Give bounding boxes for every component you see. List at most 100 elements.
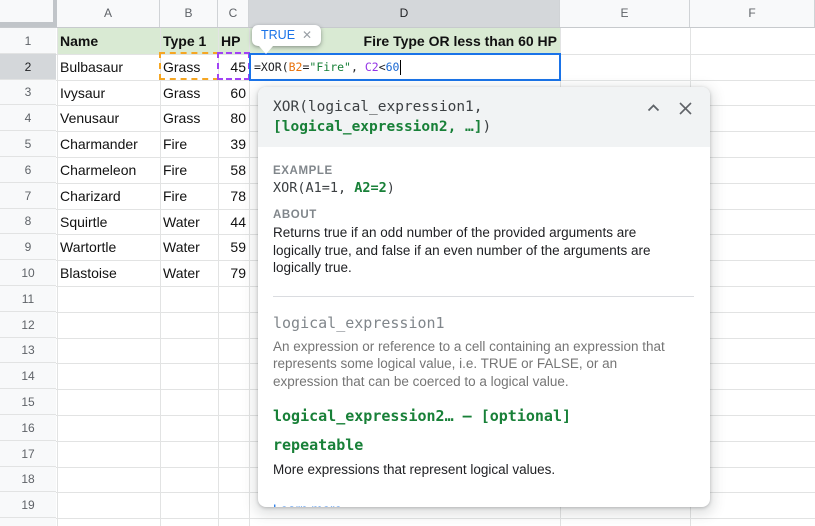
row-header-10[interactable]: 10 [0,260,56,286]
row-header-12[interactable]: 12 [0,312,56,338]
row-header-7[interactable]: 7 [0,183,56,209]
cell-hp-row10[interactable]: 79 [218,260,246,286]
formula-editor-cell-d2[interactable]: =XOR(B2="Fire", C2<60 [249,53,561,81]
cell-B1[interactable]: Type 1 [163,28,217,54]
divider [273,296,694,297]
formula-token-string: "Fire" [309,60,351,74]
row-header-13[interactable]: 13 [0,338,56,363]
param2-repeatable-tag: repeatable [273,436,694,454]
cell-type-row5[interactable]: Fire [163,131,217,157]
cell-hp-row6[interactable]: 58 [218,157,246,183]
collapse-chevron-icon[interactable] [644,99,662,117]
column-header-d[interactable]: D [249,0,560,27]
cell-hp-row3[interactable]: 60 [218,80,246,106]
syntax-close-paren: ) [483,119,492,135]
cell-type-row6[interactable]: Fire [163,157,217,183]
param1-description: An expression or reference to a cell con… [273,338,681,391]
param2-description: More expressions that represent logical … [273,461,694,479]
row-header-5[interactable]: 5 [0,131,56,157]
tooltip-tail [259,46,273,54]
cell-name-row9[interactable]: Wartortle [60,234,159,260]
formula-result-tooltip: TRUE ✕ [252,25,321,46]
cell-hp-row8[interactable]: 44 [218,209,246,235]
row-header-11[interactable]: 11 [0,286,56,312]
row-header-15[interactable]: 15 [0,389,56,415]
text-cursor [400,60,401,75]
formula-result-value: TRUE [261,28,295,42]
row-header-16[interactable]: 16 [0,415,56,441]
row-header-2[interactable]: 2 [0,54,56,80]
example-highlighted-arg: A2=2 [354,180,387,196]
column-header-f[interactable]: F [690,0,815,27]
row-header-8[interactable]: 8 [0,209,56,234]
function-help-body: EXAMPLE XOR(A1=1, A2=2) ABOUT Returns tr… [258,147,710,507]
cell-type-row3[interactable]: Grass [163,80,217,106]
row-header-6[interactable]: 6 [0,157,56,183]
row-header-4[interactable]: 4 [0,105,56,131]
example-part3: ) [387,180,395,196]
cell-A1[interactable]: Name [60,28,159,54]
cell-name-row10[interactable]: Blastoise [60,260,159,286]
formula-token-op1: = [302,60,309,74]
column-header-e[interactable]: E [560,0,690,27]
cell-hp-row7[interactable]: 78 [218,183,246,209]
example-code: XOR(A1=1, A2=2) [273,180,694,196]
cell-type-row10[interactable]: Water [163,260,217,286]
column-header-c[interactable]: C [218,0,249,27]
grid-vline [160,28,161,526]
grid-hline [0,518,815,519]
row-header-19[interactable]: 19 [0,492,56,518]
row-header-14[interactable]: 14 [0,363,56,389]
reference-highlight-B2 [159,52,219,80]
cell-hp-row9[interactable]: 59 [218,234,246,260]
syntax-optional-arg: [logical_expression2, …] [273,119,483,135]
row-gutter: 1234567891011121314151617181920 [0,0,56,526]
row-header-3[interactable]: 3 [0,80,56,105]
about-text: Returns true if an odd number of the pro… [273,224,681,277]
example-part1: XOR(A1=1, [273,180,354,196]
formula-token-comma: , [351,60,365,74]
select-all-corner[interactable] [0,0,57,27]
cell-type-row8[interactable]: Water [163,209,217,235]
column-header-bar: A B C D E F [0,0,815,28]
row-header-18[interactable]: 18 [0,467,56,492]
close-icon[interactable] [676,99,694,117]
cell-name-row3[interactable]: Ivysaur [60,80,159,106]
grid-vline [57,28,58,526]
cell-name-row4[interactable]: Venusaur [60,105,159,131]
row-header-20[interactable]: 20 [0,518,56,526]
cell-type-row9[interactable]: Water [163,234,217,260]
param1-name: logical_expression1 [273,314,694,332]
cell-hp-row4[interactable]: 80 [218,105,246,131]
cell-hp-row5[interactable]: 39 [218,131,246,157]
function-syntax-header: XOR(logical_expression1, [logical_expres… [258,87,710,147]
formula-token-number: 60 [386,60,400,74]
cell-name-row2[interactable]: Bulbasaur [60,54,159,80]
cell-name-row7[interactable]: Charizard [60,183,159,209]
column-header-b[interactable]: B [160,0,218,27]
reference-highlight-C2 [217,52,250,80]
formula-token-op2: < [379,60,386,74]
cell-type-row4[interactable]: Grass [163,105,217,131]
cell-type-row7[interactable]: Fire [163,183,217,209]
function-help-popup: XOR(logical_expression1, [logical_expres… [258,87,710,507]
cell-name-row5[interactable]: Charmander [60,131,159,157]
tooltip-close-icon[interactable]: ✕ [302,28,312,42]
param2-name: logical_expression2… – [optional] [273,407,694,425]
learn-more-link[interactable]: Learn more [273,502,342,508]
cell-name-row6[interactable]: Charmeleon [60,157,159,183]
row-header-17[interactable]: 17 [0,441,56,467]
row-header-9[interactable]: 9 [0,234,56,260]
formula-token-function: =XOR( [254,60,289,74]
spreadsheet: Name Type 1 HP Fire Type OR less than 60… [0,0,815,526]
row-header-1[interactable]: 1 [0,28,56,54]
cell-C1[interactable]: HP [221,28,248,54]
example-label: EXAMPLE [273,165,694,177]
formula-token-ref1: B2 [289,60,303,74]
about-label: ABOUT [273,209,694,221]
syntax-line1: XOR(logical_expression1, [273,99,483,115]
formula-token-ref2: C2 [365,60,379,74]
column-header-a[interactable]: A [57,0,160,27]
grid-vline [249,28,250,526]
cell-name-row8[interactable]: Squirtle [60,209,159,235]
